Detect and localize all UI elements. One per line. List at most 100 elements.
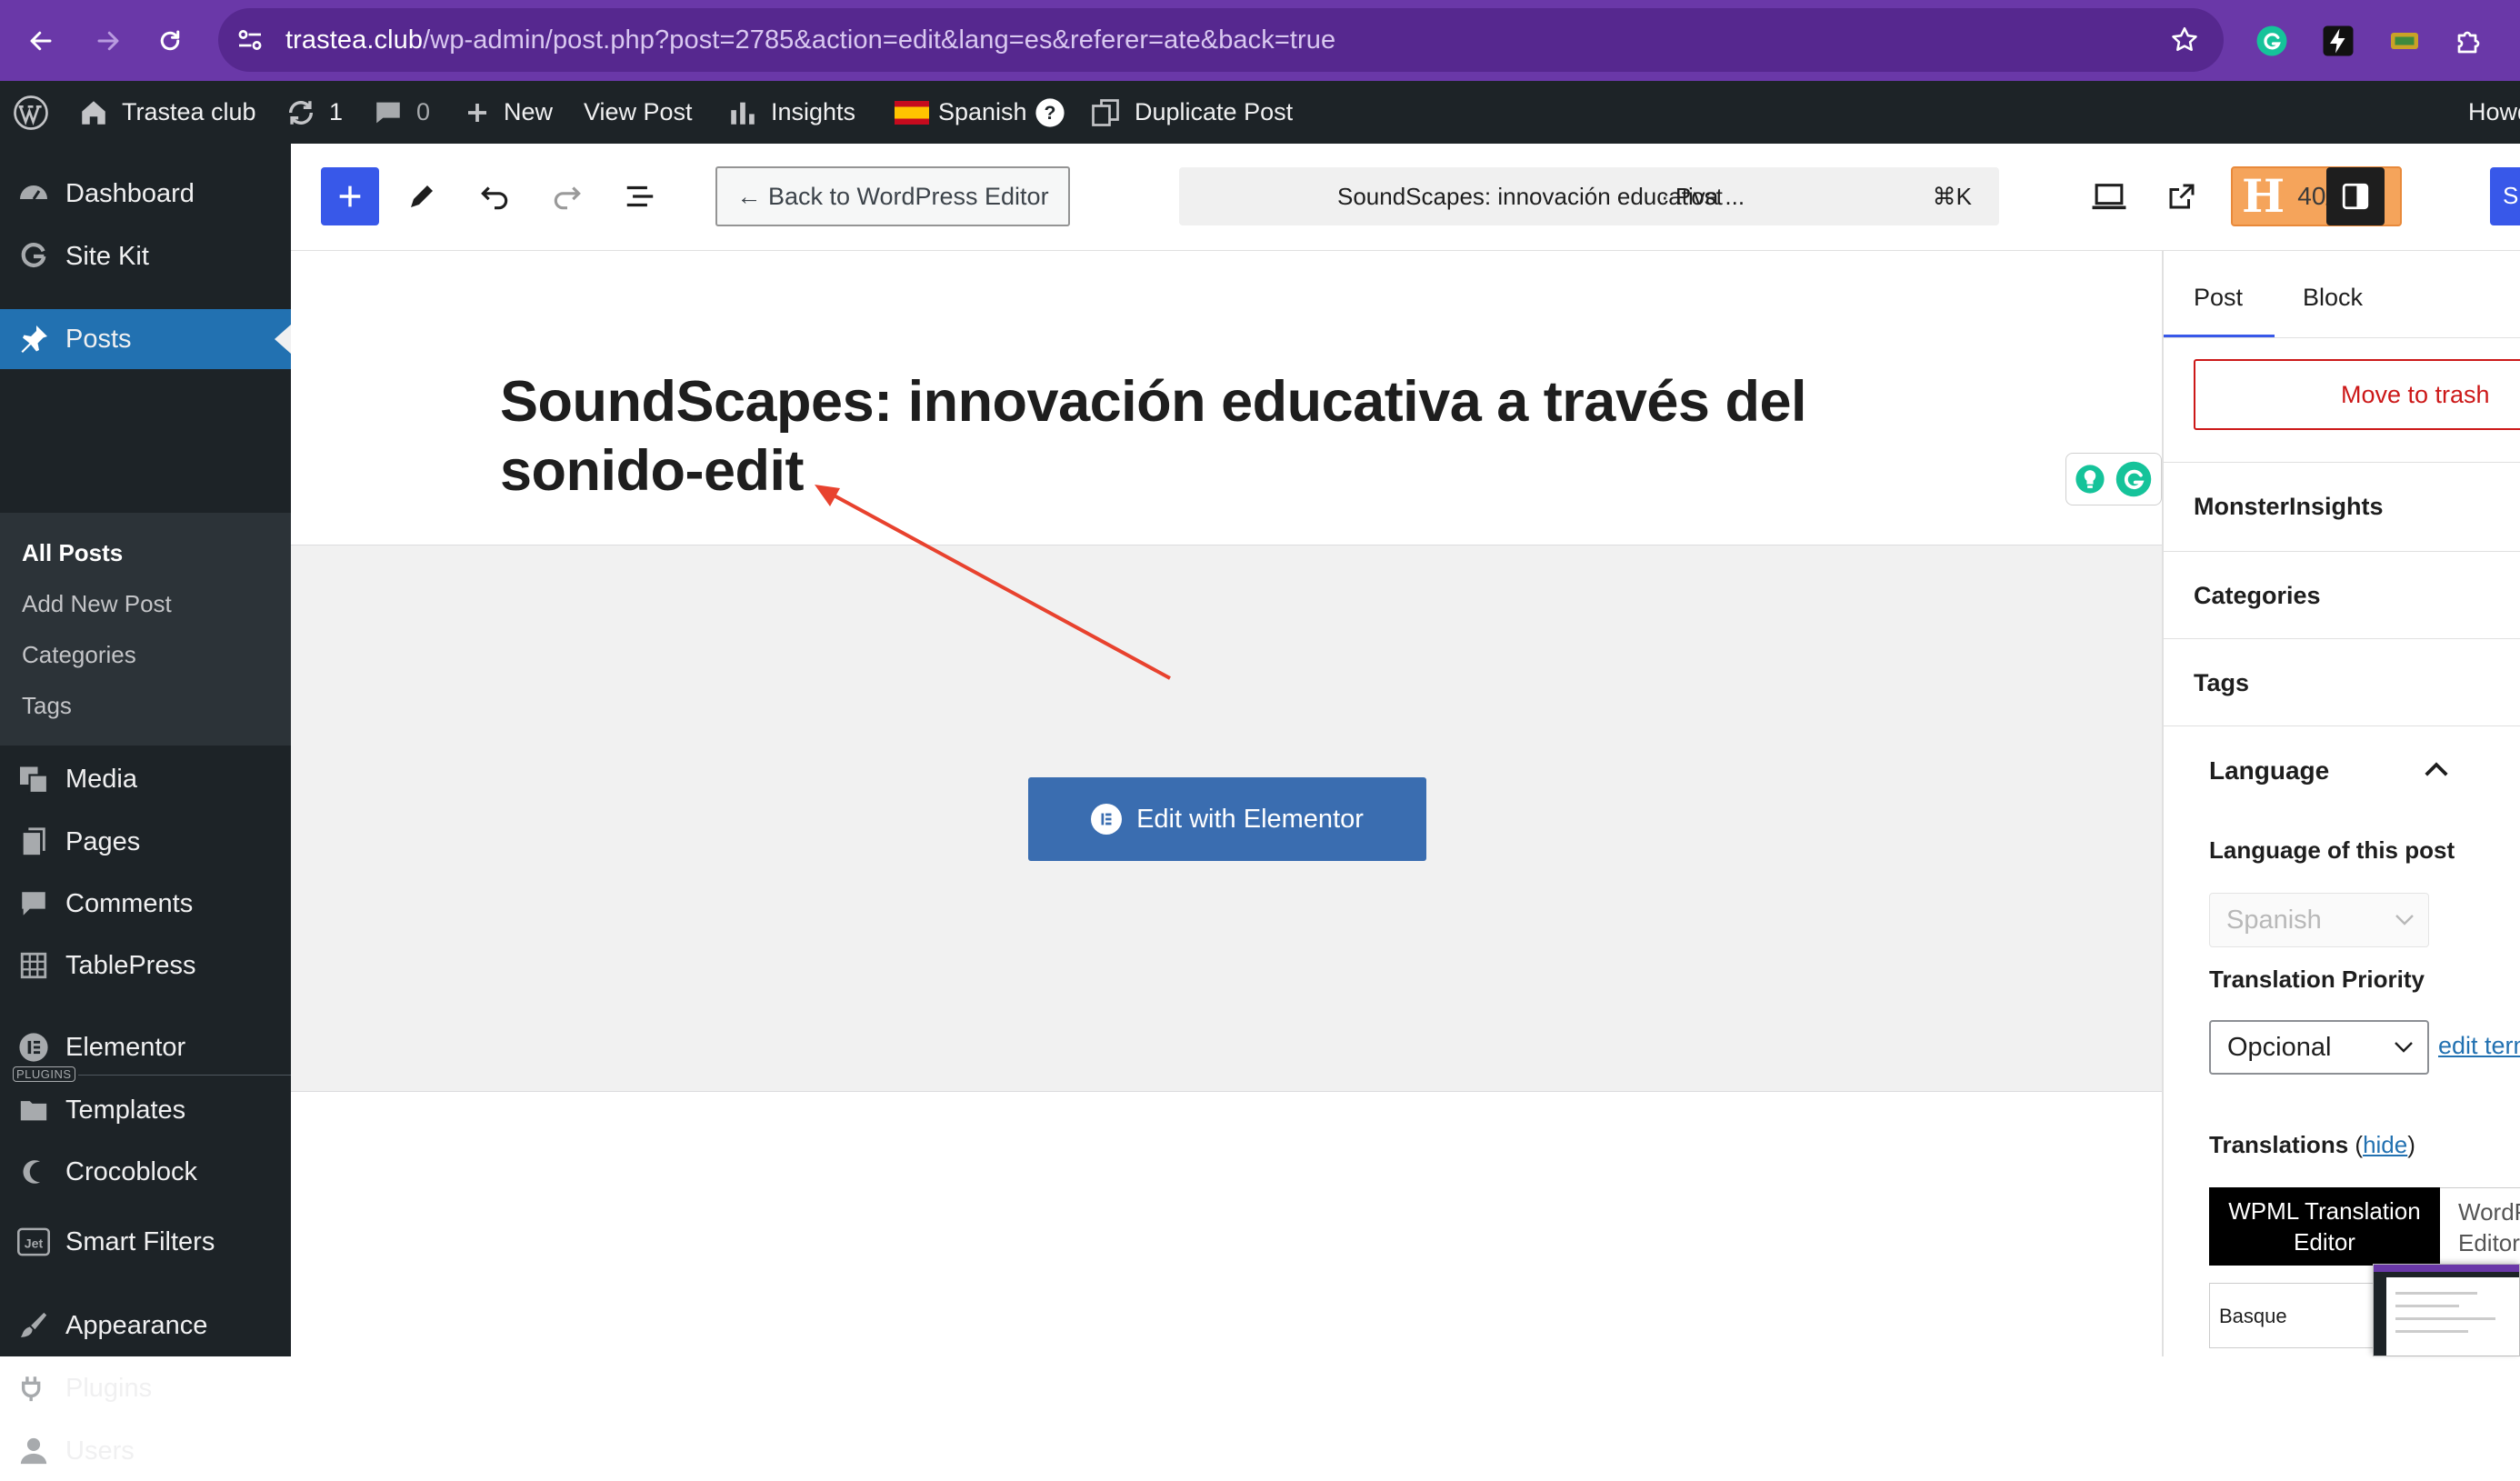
menu-label: TablePress bbox=[65, 950, 196, 980]
media-icon bbox=[16, 762, 51, 796]
settings-sidebar: Post Block Move to trash MonsterInsights… bbox=[2162, 251, 2520, 1356]
menu-site-kit[interactable]: Site Kit bbox=[0, 226, 291, 286]
menu-label: Plugins bbox=[65, 1373, 153, 1403]
submenu-categories[interactable]: Categories bbox=[22, 641, 136, 669]
dashboard-icon bbox=[16, 176, 51, 211]
editor-canvas: SoundScapes: innovación educativa a trav… bbox=[291, 251, 2162, 1356]
view-post-external-button[interactable] bbox=[2153, 167, 2211, 225]
comments-link[interactable]: 0 bbox=[373, 81, 430, 144]
menu-tablepress[interactable]: TablePress bbox=[0, 936, 291, 996]
tools-button[interactable] bbox=[393, 167, 451, 225]
menu-plugins[interactable]: Plugins bbox=[0, 1358, 291, 1418]
edit-terms-link[interactable]: edit terms bbox=[2438, 1032, 2520, 1060]
thumbnail-line bbox=[2395, 1292, 2477, 1295]
menu-media[interactable]: Media bbox=[0, 749, 291, 809]
redo-button[interactable] bbox=[538, 167, 596, 225]
translation-priority-select[interactable]: Opcional bbox=[2209, 1020, 2429, 1075]
menu-templates[interactable]: Templates bbox=[0, 1080, 291, 1140]
menu-pages[interactable]: Pages bbox=[0, 812, 291, 872]
block-inserter-button[interactable] bbox=[321, 167, 379, 225]
menu-label: Dashboard bbox=[65, 178, 195, 208]
help-question-icon: ? bbox=[1035, 97, 1065, 128]
wordpress-logo-icon[interactable] bbox=[13, 81, 49, 144]
panel-monsterinsights[interactable]: MonsterInsights bbox=[2164, 462, 2520, 551]
menu-label: Comments bbox=[65, 888, 194, 918]
hide-translations-link[interactable]: hide bbox=[2363, 1131, 2407, 1158]
menu-dashboard[interactable]: Dashboard bbox=[0, 164, 291, 224]
command-palette-bar[interactable]: SoundScapes: innovación educativa ... · … bbox=[1179, 167, 1999, 225]
plug-icon bbox=[16, 1371, 51, 1406]
user-icon bbox=[16, 1434, 51, 1468]
bolt-extension-icon[interactable] bbox=[2317, 20, 2359, 62]
menu-posts[interactable]: Posts bbox=[0, 309, 291, 369]
redo-icon bbox=[554, 186, 581, 210]
puzzle-extensions-icon[interactable] bbox=[2449, 20, 2491, 62]
post-language-select[interactable]: Spanish bbox=[2209, 893, 2429, 947]
address-bar[interactable]: trastea.club/wp-admin/post.php?post=2785… bbox=[218, 8, 2224, 72]
thumbnail-browser-strip bbox=[2374, 1265, 2519, 1272]
insights-link[interactable]: Insights bbox=[727, 81, 855, 144]
ticket-extension-icon[interactable] bbox=[2384, 20, 2425, 62]
updates-link[interactable]: 1 bbox=[285, 81, 343, 144]
headline-score-logo: H bbox=[2242, 169, 2285, 223]
howdy-account-link[interactable]: Howd bbox=[2468, 81, 2520, 144]
thumbnail-line bbox=[2395, 1317, 2495, 1320]
grammarly-extension-icon[interactable] bbox=[2251, 20, 2293, 62]
reload-icon[interactable] bbox=[145, 16, 195, 65]
move-to-trash-button[interactable]: Move to trash bbox=[2194, 359, 2520, 430]
tab-wordpress-editor[interactable]: WordPress Editor bbox=[2440, 1187, 2520, 1266]
view-post-label: View Post bbox=[584, 98, 693, 125]
menu-appearance[interactable]: Appearance bbox=[0, 1296, 291, 1356]
forward-arrow-icon[interactable] bbox=[84, 16, 133, 65]
chevron-down-icon bbox=[2394, 913, 2415, 927]
panel-title: Tags bbox=[2194, 669, 2250, 696]
external-link-icon bbox=[2169, 184, 2195, 209]
url-host: trastea.club bbox=[285, 25, 424, 55]
paintbrush-icon bbox=[16, 1308, 51, 1343]
back-arrow-icon[interactable] bbox=[16, 16, 65, 65]
site-name-link[interactable]: Trastea club bbox=[78, 81, 256, 144]
preview-device-button[interactable] bbox=[2080, 167, 2138, 225]
google-g-icon bbox=[16, 239, 51, 274]
new-content-link[interactable]: New bbox=[464, 81, 553, 144]
spain-flag-icon bbox=[895, 100, 929, 125]
panel-tags[interactable]: Tags bbox=[2164, 638, 2520, 725]
menu-comments[interactable]: Comments bbox=[0, 874, 291, 934]
annotation-arrow bbox=[815, 485, 1171, 680]
view-post-link[interactable]: View Post bbox=[584, 81, 693, 144]
document-overview-button[interactable] bbox=[611, 167, 669, 225]
browser-toolbar: trastea.club/wp-admin/post.php?post=2785… bbox=[0, 0, 2520, 81]
submenu-add-new-post[interactable]: Add New Post bbox=[22, 590, 172, 618]
tab-wpml-translation-editor[interactable]: WPML Translation Editor bbox=[2209, 1187, 2440, 1266]
save-button[interactable]: S bbox=[2490, 167, 2520, 225]
plus-icon bbox=[339, 185, 361, 207]
tab-post[interactable]: Post bbox=[2194, 284, 2243, 312]
bookmark-star-icon[interactable] bbox=[2169, 25, 2200, 55]
chevron-up-icon[interactable] bbox=[2423, 759, 2450, 779]
settings-sidebar-toggle[interactable] bbox=[2326, 167, 2385, 225]
back-to-wordpress-editor-button[interactable]: ← Back to WordPress Editor bbox=[715, 166, 1070, 226]
svg-text:Jet: Jet bbox=[25, 1236, 44, 1250]
pushpin-icon bbox=[16, 322, 51, 356]
language-switcher[interactable]: Spanish ? bbox=[895, 81, 1065, 144]
comments-count: 0 bbox=[416, 98, 431, 125]
screenshot-thumbnail[interactable] bbox=[2373, 1264, 2520, 1356]
translations-label: Translations bbox=[2209, 1131, 2349, 1158]
duplicate-post-link[interactable]: Duplicate Post bbox=[1089, 81, 1293, 144]
translation-priority-value: Opcional bbox=[2227, 1032, 2332, 1062]
submenu-tags[interactable]: Tags bbox=[22, 692, 72, 720]
url-text[interactable]: trastea.club/wp-admin/post.php?post=2785… bbox=[285, 25, 1335, 55]
panel-categories[interactable]: Categories bbox=[2164, 551, 2520, 638]
undo-button[interactable] bbox=[465, 167, 524, 225]
menu-smart-filters[interactable]: Jet Smart Filters bbox=[0, 1212, 291, 1272]
site-settings-icon[interactable] bbox=[233, 24, 267, 56]
menu-label: Pages bbox=[65, 826, 141, 856]
menu-label: Site Kit bbox=[65, 241, 149, 271]
comment-icon bbox=[16, 886, 51, 921]
menu-crocoblock[interactable]: Crocoblock bbox=[0, 1142, 291, 1202]
menu-users[interactable]: Users bbox=[0, 1421, 291, 1481]
language-panel-title[interactable]: Language bbox=[2209, 756, 2329, 786]
submenu-all-posts[interactable]: All Posts bbox=[22, 539, 123, 567]
new-label: New bbox=[504, 98, 554, 125]
tab-block[interactable]: Block bbox=[2303, 284, 2363, 312]
